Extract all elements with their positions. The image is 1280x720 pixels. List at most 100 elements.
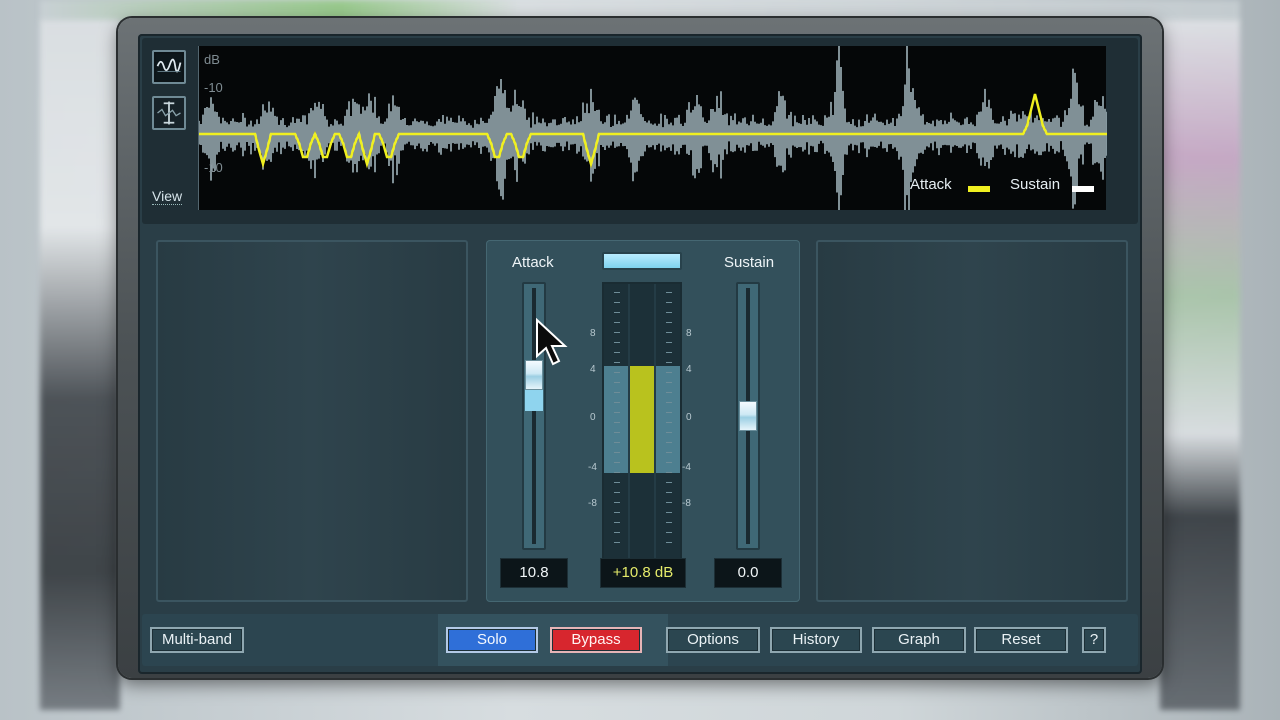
sustain-value[interactable]: 0.0 — [714, 558, 782, 588]
view-label[interactable]: View — [152, 188, 183, 205]
sustain-slider[interactable] — [736, 282, 760, 550]
meter-center-fill — [630, 366, 654, 474]
db-bottom-label: -10 — [204, 160, 223, 175]
host-background-right — [1160, 20, 1240, 710]
graph-button[interactable]: Graph — [872, 627, 966, 653]
db-top-label: -10 — [204, 80, 223, 95]
meter-tick — [614, 452, 620, 453]
meter-tick — [666, 342, 672, 343]
output-meter — [602, 282, 682, 560]
attack-title: Attack — [512, 254, 554, 271]
meter-tick — [666, 492, 672, 493]
meter-tick — [666, 392, 672, 393]
meter-tick — [614, 472, 620, 473]
meter-tick — [614, 382, 620, 383]
controls-panel: Attack Sustain 8 4 0 -4 -8 8 4 0 -4 -8 1… — [486, 240, 800, 602]
meter-tick — [666, 532, 672, 533]
meter-tick — [666, 402, 672, 403]
meter-tick — [614, 482, 620, 483]
meter-tick — [614, 402, 620, 403]
scale-left-minus8: -8 — [588, 498, 597, 509]
meter-tick — [666, 512, 672, 513]
scale-left-4: 4 — [590, 364, 596, 375]
meter-tick — [614, 392, 620, 393]
envelope-view-icon — [157, 101, 181, 125]
sustain-title: Sustain — [724, 254, 775, 271]
meter-tick — [614, 362, 620, 363]
meter-tick — [614, 442, 620, 443]
meter-tick — [666, 382, 672, 383]
meter-tick — [666, 472, 672, 473]
meter-tick — [614, 502, 620, 503]
meter-tick — [614, 512, 620, 513]
attack-value[interactable]: 10.8 — [500, 558, 568, 588]
solo-button[interactable]: Solo — [446, 627, 538, 653]
meter-tick — [614, 522, 620, 523]
meter-left-channel — [604, 284, 628, 558]
meter-tick — [614, 312, 620, 313]
meter-tick — [614, 432, 620, 433]
multiband-button[interactable]: Multi-band — [150, 627, 244, 653]
meter-tick — [614, 542, 620, 543]
scale-left-minus4: -4 — [588, 462, 597, 473]
scale-right-minus8: -8 — [682, 498, 691, 509]
meter-tick — [614, 532, 620, 533]
meter-tick — [666, 482, 672, 483]
output-value: +10.8 dB — [600, 558, 686, 588]
legend-attack-swatch — [968, 186, 990, 192]
meter-tick — [666, 442, 672, 443]
meter-tick — [614, 342, 620, 343]
bypass-button[interactable]: Bypass — [550, 627, 642, 653]
meter-tick — [666, 372, 672, 373]
meter-tick — [666, 462, 672, 463]
reset-button[interactable]: Reset — [974, 627, 1068, 653]
left-empty-panel — [156, 240, 468, 602]
host-background-left — [40, 20, 120, 710]
meter-tick — [666, 352, 672, 353]
meter-tick — [614, 492, 620, 493]
meter-tick — [666, 432, 672, 433]
meter-tick — [614, 412, 620, 413]
meter-tick — [666, 312, 672, 313]
scale-right-8: 8 — [686, 328, 692, 339]
meter-tick — [666, 332, 672, 333]
db-unit-label: dB — [204, 52, 220, 67]
meter-tick — [666, 522, 672, 523]
mouse-cursor-icon — [536, 318, 568, 366]
meter-tick — [666, 452, 672, 453]
meter-center-channel — [630, 284, 654, 558]
scale-left-0: 0 — [590, 412, 596, 423]
meter-tick — [614, 322, 620, 323]
waveform-panel: View dB -10 -10 Attack Sustain — [142, 26, 1138, 241]
scale-right-0: 0 — [686, 412, 692, 423]
scale-left-8: 8 — [590, 328, 596, 339]
waveform-view-icon — [155, 53, 183, 81]
meter-tick — [614, 292, 620, 293]
waveform-view-button[interactable] — [152, 50, 186, 84]
legend-attack-label: Attack — [910, 176, 952, 193]
meter-right-channel — [656, 284, 680, 558]
help-button[interactable]: ? — [1082, 627, 1106, 653]
right-empty-panel — [816, 240, 1128, 602]
sustain-slider-thumb[interactable] — [739, 401, 757, 431]
bottom-toolbar: Multi-band Solo Bypass Options History G… — [142, 614, 1138, 666]
meter-tick — [614, 462, 620, 463]
meter-tick — [614, 352, 620, 353]
meter-tick — [666, 322, 672, 323]
meter-tick — [614, 332, 620, 333]
meter-tick — [666, 422, 672, 423]
legend-sustain-label: Sustain — [1010, 176, 1061, 193]
meter-tick — [614, 302, 620, 303]
output-indicator-bar — [602, 252, 682, 270]
meter-tick — [666, 302, 672, 303]
meter-tick — [614, 372, 620, 373]
envelope-view-button[interactable] — [152, 96, 186, 130]
plugin-body: View dB -10 -10 Attack Sustain Attack Su… — [138, 26, 1142, 674]
options-button[interactable]: Options — [666, 627, 760, 653]
meter-tick — [666, 542, 672, 543]
history-button[interactable]: History — [770, 627, 862, 653]
plugin-window: View dB -10 -10 Attack Sustain Attack Su… — [118, 18, 1162, 678]
meter-tick — [666, 412, 672, 413]
meter-tick — [614, 422, 620, 423]
legend-sustain-swatch — [1072, 186, 1094, 192]
